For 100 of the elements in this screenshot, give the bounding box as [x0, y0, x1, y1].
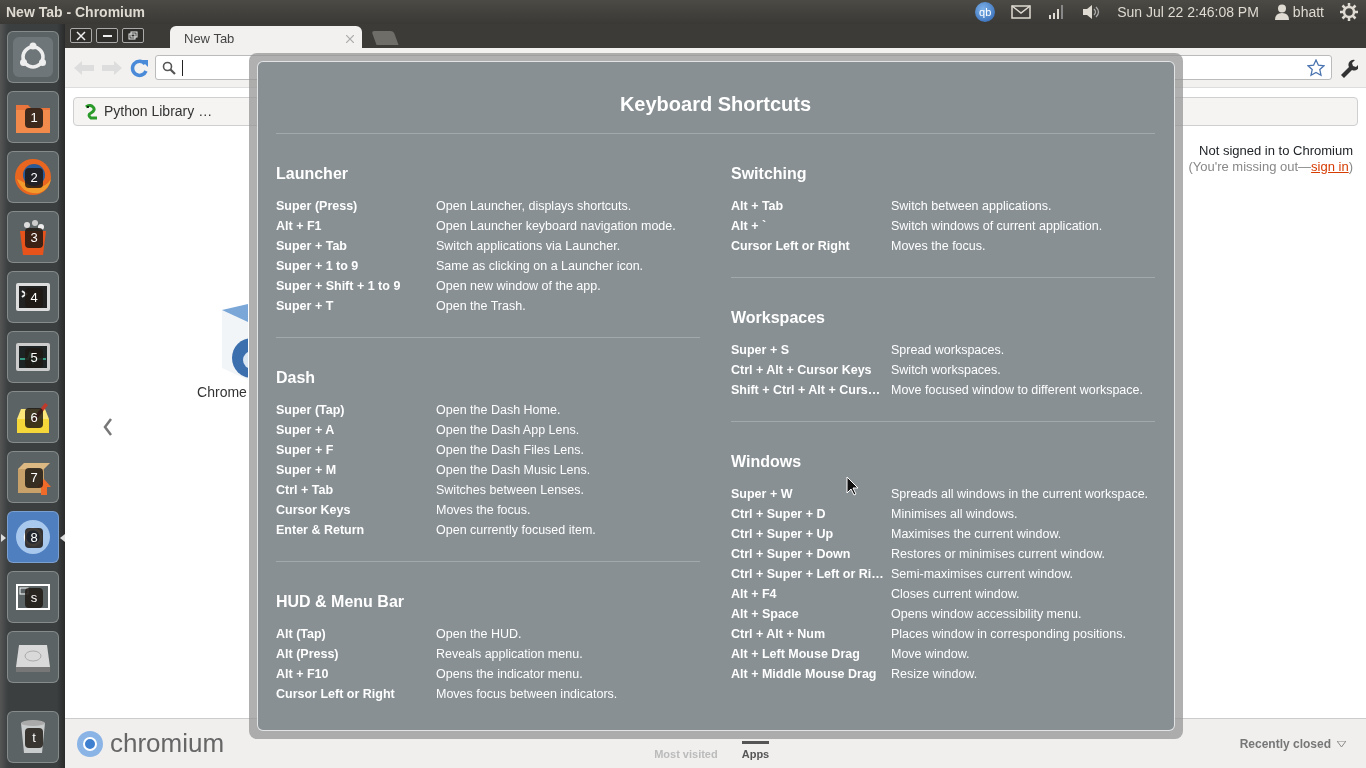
shortcut-keys: Super + A: [276, 423, 335, 437]
shortcut-keys: Ctrl + Super + D: [731, 507, 826, 521]
shortcut-description: Moves the focus.: [436, 502, 531, 519]
shortcut-description: Open the Trash.: [436, 298, 526, 315]
user-name[interactable]: bhatt: [1292, 1, 1324, 23]
launcher-item[interactable]: [7, 31, 59, 83]
section-heading: Switching: [731, 164, 808, 184]
shortcut-description: Open the Dash Home.: [436, 402, 561, 419]
caret-icon: [1337, 740, 1346, 747]
app-name[interactable]: Chrome: [197, 382, 247, 403]
shortcut-description: Closes current window.: [891, 586, 1020, 603]
shortcut-keys: Ctrl + Super + Left or Ri…: [731, 567, 884, 581]
recently-closed-button[interactable]: Recently closed: [1239, 734, 1366, 753]
sign-in-link[interactable]: sign in: [1311, 159, 1349, 174]
mail-icon[interactable]: [1011, 5, 1032, 19]
shortcut-description: Move window.: [891, 646, 970, 663]
shortcut-description: Resize window.: [891, 666, 978, 683]
launcher-item[interactable]: 7: [7, 451, 59, 503]
mouse-pointer-icon: [846, 476, 859, 496]
tab-title: New Tab: [184, 29, 235, 48]
shortcut-description: Open the Dash Music Lens.: [436, 462, 591, 479]
shortcut-description: Places window in corresponding positions.: [891, 626, 1126, 643]
clock[interactable]: Sun Jul 22 2:46:08 PM: [1117, 1, 1259, 23]
shortcut-keys: Alt + `: [731, 219, 767, 233]
section-heading: Launcher: [276, 164, 349, 184]
launcher-item[interactable]: 6: [7, 391, 59, 443]
shortcut-description: Open Launcher, displays shortcuts.: [436, 198, 632, 215]
launcher-item[interactable]: t: [7, 711, 59, 763]
shortcut-description: Opens the indicator menu.: [436, 666, 583, 683]
launcher-item[interactable]: [7, 631, 59, 683]
restore-icon: [127, 30, 139, 41]
star-icon[interactable]: [1307, 58, 1325, 77]
signal-icon[interactable]: [1047, 4, 1066, 20]
shortcut-description: Switches between Lenses.: [436, 482, 584, 499]
shortcut-description: Switch windows of current application.: [891, 218, 1103, 235]
shortcut-keys: Ctrl + Alt + Num: [731, 627, 825, 641]
launcher-item[interactable]: 1: [7, 91, 59, 143]
shortcut-keys: Alt (Tap): [276, 627, 326, 641]
shortcut-keys: Alt (Press): [276, 647, 339, 661]
shortcut-description: Open the Dash Files Lens.: [436, 442, 584, 459]
shortcut-keys: Super + Shift + 1 to 9: [276, 279, 401, 293]
section-heading: HUD & Menu Bar: [276, 592, 405, 612]
user-icon: [1274, 4, 1289, 20]
launcher-item[interactable]: s: [7, 571, 59, 623]
power-icon[interactable]: [1340, 3, 1358, 21]
section-heading: Dash: [276, 368, 317, 388]
shortcut-description: Switch applications via Launcher.: [436, 238, 621, 255]
shortcut-keys: Alt + Tab: [731, 199, 784, 213]
shortcut-description: Open currently focused item.: [436, 522, 596, 539]
shortcut-keys: Super + F: [276, 443, 334, 457]
section-heading: Windows: [731, 452, 803, 472]
shortcut-keys: Alt + F10: [276, 667, 329, 681]
shortcut-description: Switch workspaces.: [891, 362, 1001, 379]
shortcut-keys: Ctrl + Tab: [276, 483, 334, 497]
shortcut-description: Open new window of the app.: [436, 278, 601, 295]
restore-window-button[interactable]: [122, 28, 144, 43]
chromium-logo-icon: [76, 729, 104, 758]
shortcut-keys: Super + Tab: [276, 239, 347, 253]
launcher-item[interactable]: 4: [7, 271, 59, 323]
previous-page-icon[interactable]: [103, 418, 113, 436]
shortcut-keys: Shift + Ctrl + Alt + Curs…: [731, 383, 881, 397]
search-icon: [162, 60, 176, 75]
number-badge: 7: [25, 468, 43, 488]
number-badge: 1: [25, 108, 43, 128]
shortcut-description: Open the Dash App Lens.: [436, 422, 580, 439]
close-window-button[interactable]: [70, 28, 92, 43]
volume-icon[interactable]: [1081, 4, 1102, 20]
reload-icon[interactable]: [129, 57, 149, 78]
shortcut-description: Moves the focus.: [891, 238, 986, 255]
shortcut-keys: Alt + Middle Mouse Drag: [731, 667, 877, 681]
active-arrow-icon: [1, 534, 6, 542]
number-badge: 2: [25, 168, 43, 188]
launcher-item[interactable]: 5: [7, 331, 59, 383]
shortcut-description: Semi-maximises current window.: [891, 566, 1073, 583]
shortcut-description: Open the HUD.: [436, 626, 522, 643]
shortcut-keys: Ctrl + Super + Down: [731, 547, 851, 561]
shortcut-keys: Super + S: [731, 343, 789, 357]
launcher-item[interactable]: 3: [7, 211, 59, 263]
launcher-item[interactable]: 2: [7, 151, 59, 203]
shortcut-keys: Cursor Left or Right: [731, 239, 850, 253]
shortcut-keys: Super (Tap): [276, 403, 345, 417]
dialog-title: Keyboard Shortcuts: [619, 92, 812, 116]
shortcut-description: Switch between applications.: [891, 198, 1052, 215]
shortcut-keys: Super + M: [276, 463, 337, 477]
number-badge: 4: [25, 288, 43, 308]
minimize-window-button[interactable]: [96, 28, 118, 43]
number-badge: 8: [25, 528, 43, 548]
minimize-icon: [102, 34, 112, 37]
shortcut-keys: Enter & Return: [276, 523, 365, 537]
shortcut-description: Spreads all windows in the current workspace.: [891, 486, 1149, 503]
shortcut-keys: Super + W: [731, 487, 793, 501]
bookmark-item[interactable]: Python Library …: [78, 101, 217, 122]
shortcut-description: Spread workspaces.: [891, 342, 1005, 359]
focus-arrow-icon: [60, 534, 65, 542]
browser-tab[interactable]: New Tab: [170, 26, 362, 48]
shortcut-keys: Super + 1 to 9: [276, 259, 359, 273]
shortcut-description: Restores or minimises current window.: [891, 546, 1105, 563]
shortcut-keys: Cursor Left or Right: [276, 687, 395, 701]
window-title: New Tab - Chromium: [5, 2, 145, 22]
section-heading: Workspaces: [731, 308, 826, 328]
